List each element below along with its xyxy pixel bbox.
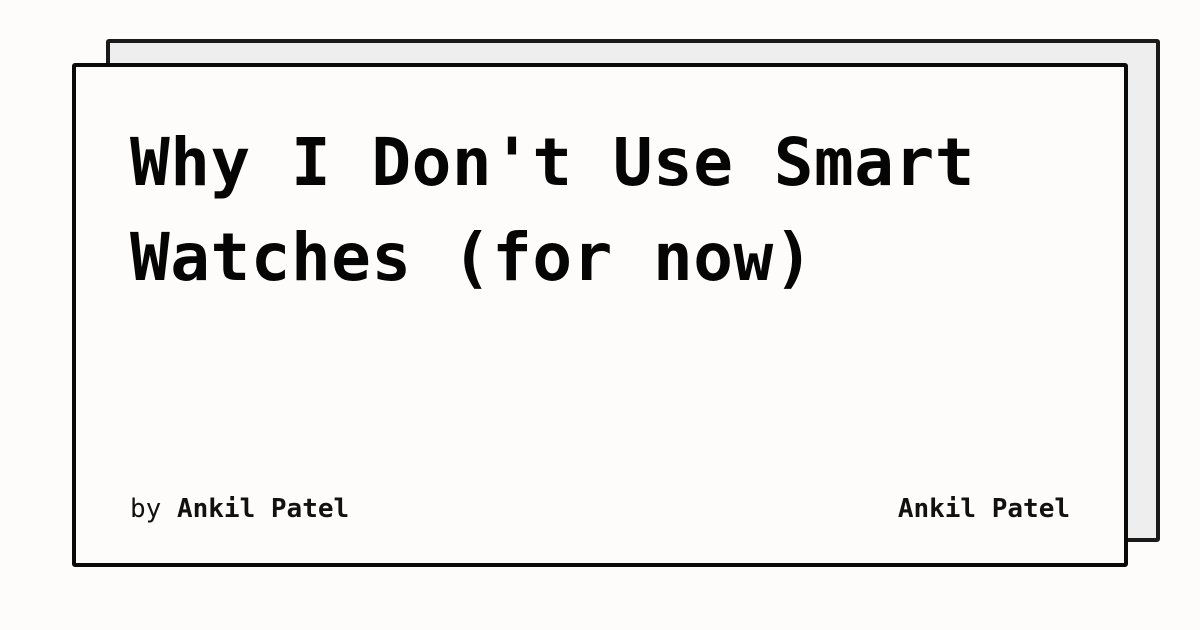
post-title: Why I Don't Use Smart Watches (for now)	[130, 124, 975, 296]
post-card: Why I Don't Use Smart Watches (for now) …	[72, 63, 1128, 567]
byline: by Ankil Patel	[130, 491, 349, 527]
byline-prefix: by	[130, 494, 162, 524]
author-name: Ankil Patel	[176, 494, 350, 524]
site-name: Ankil Patel	[897, 494, 1070, 524]
